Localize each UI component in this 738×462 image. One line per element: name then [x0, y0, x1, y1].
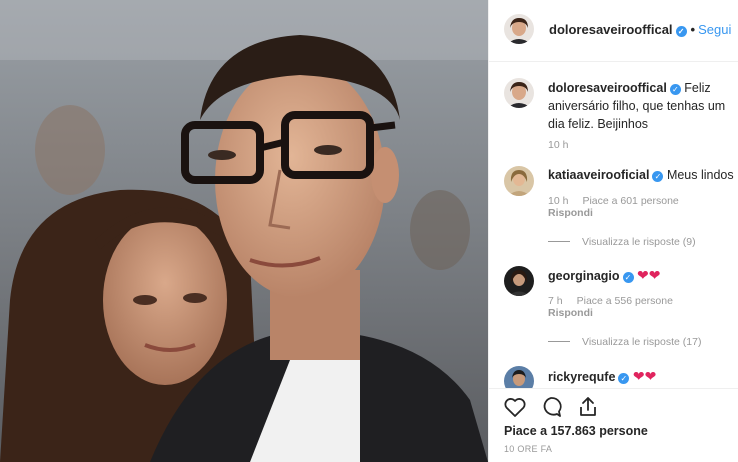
- comment-likes[interactable]: Piace a 601 persone: [582, 195, 678, 207]
- verified-icon: ✓: [618, 373, 630, 384]
- caption-meta: 10 h: [548, 139, 582, 151]
- comment-body: ❤❤: [637, 267, 661, 283]
- comment-time[interactable]: 10 h: [548, 195, 568, 207]
- comment-likes[interactable]: Piace a 556 persone: [577, 295, 673, 307]
- reply-button[interactable]: Rispondi: [548, 207, 593, 219]
- verified-icon: ✓: [622, 272, 634, 283]
- replies-line: [548, 241, 570, 242]
- post-actions: Piace a 157.863 persone 10 ORE FA: [489, 388, 738, 462]
- replies-line: [548, 341, 570, 342]
- separator-dot: •: [690, 22, 696, 37]
- author-name-row: doloresaveirooffical ✓ • Segui: [549, 22, 731, 37]
- author-avatar[interactable]: [504, 14, 534, 44]
- comment-username[interactable]: katiaaveirooficial: [548, 168, 649, 182]
- post-header: doloresaveirooffical ✓ • Segui: [489, 0, 738, 62]
- verified-icon: ✓: [675, 26, 687, 37]
- post-photo-illustration: [0, 0, 488, 462]
- comment-body: ❤❤: [632, 368, 657, 384]
- action-icons: [503, 395, 608, 421]
- comment-avatar[interactable]: [504, 266, 534, 296]
- comment-avatar[interactable]: [504, 366, 534, 388]
- comment-body: Meus lindos: [666, 168, 734, 182]
- comment-text: georginagio ✓ ❤❤: [548, 266, 734, 285]
- comment-avatar[interactable]: [504, 166, 534, 196]
- caption-username[interactable]: doloresaveirooffical: [548, 81, 667, 95]
- view-replies-button[interactable]: Visualizza le risposte (9): [548, 236, 696, 248]
- share-icon[interactable]: [576, 395, 600, 419]
- comment-username[interactable]: rickyrequfe: [548, 370, 615, 384]
- comment-time[interactable]: 7 h: [548, 295, 563, 307]
- likes-count[interactable]: Piace a 157.863 persone: [504, 424, 648, 438]
- comments-list[interactable]: doloresaveirooffical ✓ Feliz aniversário …: [489, 62, 738, 388]
- view-replies-label: Visualizza le risposte (9): [582, 236, 696, 248]
- reply-button[interactable]: Rispondi: [548, 307, 593, 319]
- post-side-panel: doloresaveirooffical ✓ • Segui doloresaveir…: [488, 0, 738, 462]
- caption-text: doloresaveirooffical ✓ Feliz aniversário …: [548, 79, 734, 133]
- comment-meta: 10 h Piace a 601 persone: [548, 195, 693, 207]
- verified-icon: ✓: [669, 84, 681, 95]
- comment-meta: 7 h Piace a 556 persone: [548, 295, 687, 307]
- caption-time[interactable]: 10 h: [548, 139, 568, 151]
- heart-icon[interactable]: [503, 395, 527, 419]
- caption-avatar[interactable]: [504, 78, 534, 108]
- post-photo[interactable]: [0, 0, 488, 462]
- verified-icon: ✓: [652, 171, 664, 182]
- comment-icon[interactable]: [539, 395, 563, 419]
- author-username[interactable]: doloresaveirooffical: [549, 22, 673, 37]
- follow-button[interactable]: Segui: [698, 22, 731, 37]
- comment-username[interactable]: georginagio: [548, 269, 620, 283]
- view-replies-label: Visualizza le risposte (17): [582, 336, 702, 348]
- comment-text: katiaaveirooficial ✓ Meus lindos: [548, 166, 734, 184]
- post-time[interactable]: 10 ORE FA: [504, 444, 552, 454]
- comment-text: rickyrequfe ✓ ❤❤: [548, 367, 734, 386]
- view-replies-button[interactable]: Visualizza le risposte (17): [548, 336, 701, 348]
